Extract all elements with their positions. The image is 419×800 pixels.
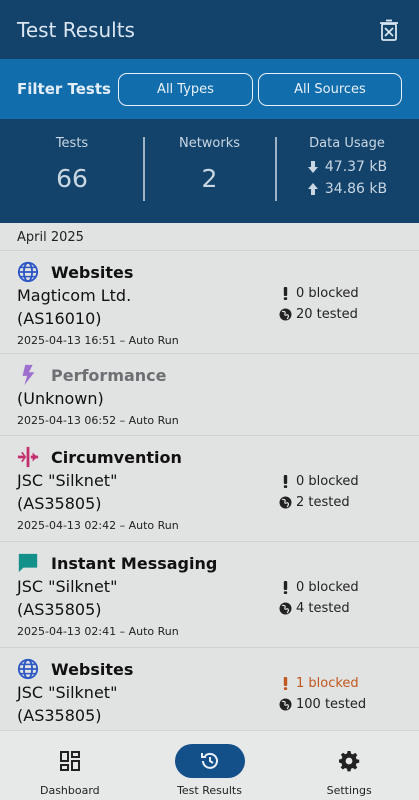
nav-test-results[interactable]: Test Results <box>140 731 280 800</box>
circumvention-icon <box>17 446 39 468</box>
test-type: Websites <box>51 659 134 679</box>
globe-icon <box>17 658 39 680</box>
stats-divider <box>275 137 277 201</box>
month-header: April 2025 <box>0 223 419 251</box>
upload-value: 34.86 kB <box>324 181 388 197</box>
tested-count: 4 tested <box>279 598 359 619</box>
stat-data-usage: Data Usage 47.37 kB 34.86 kB <box>275 119 419 223</box>
filter-bar: Filter Tests All Types All Sources <box>0 59 419 119</box>
nav-results-label: Test Results <box>177 784 242 797</box>
filter-types-button[interactable]: All Types <box>118 73 253 106</box>
blocked-count: 0 blocked <box>279 471 359 492</box>
gear-icon <box>339 751 360 772</box>
stat-networks: Networks 2 <box>144 119 275 223</box>
stats-panel: Tests 66 Networks 2 Data Usage 47.37 kB … <box>0 119 419 223</box>
download-value: 47.37 kB <box>324 159 388 175</box>
result-counts: 1 blocked 100 tested <box>279 673 366 715</box>
nav-settings-label: Settings <box>326 784 372 797</box>
test-meta: 2025-04-13 06:52 – Auto Run <box>17 414 179 427</box>
exclamation-icon <box>283 677 288 690</box>
filter-label: Filter Tests <box>17 80 111 98</box>
stat-tests-label: Tests <box>55 136 89 151</box>
test-type: Instant Messaging <box>51 553 218 573</box>
page-title: Test Results <box>17 17 135 42</box>
test-type: Websites <box>51 262 134 282</box>
dashboard-icon <box>59 751 80 771</box>
chat-icon <box>18 553 38 573</box>
test-meta: 2025-04-13 02:42 – Auto Run <box>17 519 179 532</box>
earth-icon <box>279 308 292 321</box>
results-list: April 2025 Websites Magticom Ltd. (AS160… <box>0 223 419 730</box>
stat-networks-label: Networks <box>178 136 241 151</box>
network-name: (Unknown) <box>17 389 104 408</box>
result-item[interactable]: Websites Magticom Ltd. (AS16010) 2025-04… <box>0 251 419 354</box>
tested-count: 2 tested <box>279 492 359 513</box>
exclamation-icon <box>283 581 288 594</box>
test-meta: 2025-04-13 16:51 – Auto Run <box>17 334 179 347</box>
delete-history-icon[interactable] <box>377 18 401 42</box>
stat-networks-value: 2 <box>201 164 218 193</box>
stat-usage-label: Data Usage <box>309 136 385 151</box>
stats-divider <box>143 137 145 201</box>
blocked-count: 0 blocked <box>279 577 359 598</box>
nav-dashboard-label: Dashboard <box>39 784 100 797</box>
result-item[interactable]: Circumvention JSC "Silknet" (AS35805) 20… <box>0 436 419 542</box>
test-type: Performance <box>51 365 167 385</box>
result-item[interactable]: Websites JSC "Silknet" (AS35805) 1 block… <box>0 648 419 730</box>
download-arrow-icon <box>307 161 318 173</box>
nav-settings[interactable]: Settings <box>279 731 419 800</box>
test-type: Circumvention <box>51 447 182 467</box>
exclamation-icon <box>283 475 288 488</box>
bolt-icon <box>22 364 35 386</box>
test-meta: 2025-04-13 02:41 – Auto Run <box>17 625 179 638</box>
exclamation-icon <box>283 287 288 300</box>
result-counts: 0 blocked 4 tested <box>279 577 359 619</box>
result-item[interactable]: Performance (Unknown) 2025-04-13 06:52 –… <box>0 354 419 436</box>
app-bar: Test Results <box>0 0 419 59</box>
result-item[interactable]: Instant Messaging JSC "Silknet" (AS35805… <box>0 542 419 648</box>
result-counts: 0 blocked 20 tested <box>279 283 359 325</box>
stat-tests: Tests 66 <box>0 119 144 223</box>
nav-dashboard[interactable]: Dashboard <box>0 731 140 800</box>
blocked-count: 1 blocked <box>279 673 366 694</box>
globe-icon <box>17 261 39 283</box>
earth-icon <box>279 496 292 509</box>
bottom-navigation: Dashboard Test Results Settings <box>0 730 419 800</box>
history-icon <box>200 752 218 769</box>
earth-icon <box>279 698 292 711</box>
tested-count: 20 tested <box>279 304 359 325</box>
filter-sources-button[interactable]: All Sources <box>258 73 402 106</box>
download-usage: 47.37 kB <box>307 159 387 175</box>
tested-count: 100 tested <box>279 694 366 715</box>
earth-icon <box>279 602 292 615</box>
upload-arrow-icon <box>307 183 318 195</box>
upload-usage: 34.86 kB <box>307 181 387 197</box>
blocked-count: 0 blocked <box>279 283 359 304</box>
result-counts: 0 blocked 2 tested <box>279 471 359 513</box>
stat-tests-value: 66 <box>56 164 88 193</box>
